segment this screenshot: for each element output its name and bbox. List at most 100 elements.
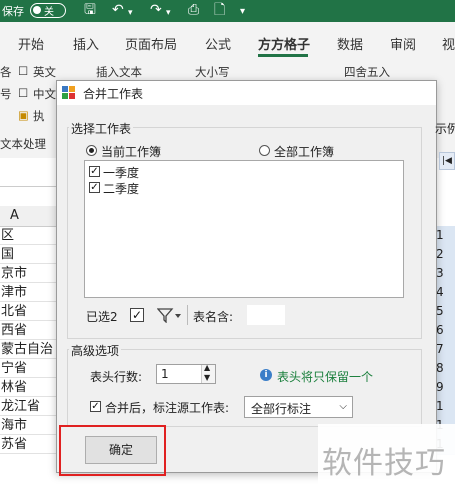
preview-row-number: 8 bbox=[436, 359, 455, 379]
column-a-cells: 区国京市 津市 北省 西省 蒙古自治 宁省 林省 龙江省 海市 苏省 bbox=[0, 226, 60, 456]
ribbon-icon-b: 号 bbox=[0, 87, 12, 101]
tab-data[interactable]: 数据 bbox=[337, 34, 363, 53]
preview-row-number: 1 bbox=[436, 226, 455, 246]
sheet-cell[interactable]: 津市 bbox=[0, 283, 60, 302]
preview-row-number: 6 bbox=[436, 321, 455, 341]
filter-icon[interactable] bbox=[157, 307, 181, 323]
tab-review[interactable]: 审阅 bbox=[390, 34, 416, 53]
preview-row-number: 9 bbox=[436, 378, 455, 398]
separator bbox=[187, 305, 188, 325]
info-icon: i bbox=[260, 369, 272, 381]
tab-page-layout[interactable]: 页面布局 bbox=[125, 34, 177, 53]
sheet-cell[interactable]: 龙江省 bbox=[0, 397, 60, 416]
undo-icon[interactable]: ↶ bbox=[112, 2, 124, 18]
selected-count: 已选2 bbox=[86, 310, 118, 324]
select-all-checkbox[interactable]: ✓ bbox=[130, 308, 144, 322]
column-header-a[interactable]: A bbox=[0, 206, 60, 227]
execute-icon[interactable]: ▣ bbox=[18, 108, 29, 122]
mark-source-label[interactable]: 合并后，标注源工作表: bbox=[105, 399, 229, 416]
radio-all-workbooks[interactable] bbox=[259, 145, 270, 156]
mark-source-value[interactable]: 全部行标注 bbox=[251, 400, 311, 417]
chevron-down-icon[interactable]: ⌵ bbox=[339, 401, 347, 412]
tab-view[interactable]: 视 bbox=[442, 34, 455, 53]
print-preview-icon[interactable]: ⎙ bbox=[188, 2, 199, 18]
sheet-cell[interactable]: 区 bbox=[0, 226, 60, 245]
watermark-text: 软件技巧 bbox=[322, 446, 446, 481]
preview-row-numbers: 123456789111 bbox=[436, 200, 455, 455]
ribbon-icon-a: 各 bbox=[0, 65, 12, 79]
ribbon-round[interactable]: 四舍五入 bbox=[344, 64, 390, 80]
table-name-input[interactable] bbox=[247, 305, 285, 325]
undo-dropdown-icon[interactable]: ▾ bbox=[128, 5, 133, 21]
preview-row-number: 4 bbox=[436, 283, 455, 303]
sheet-cell[interactable]: 西省 bbox=[0, 321, 60, 340]
sheet-cell[interactable]: 蒙古自治 bbox=[0, 340, 60, 359]
toggle-knob bbox=[33, 6, 41, 14]
autosave-toggle[interactable]: 关 bbox=[30, 3, 66, 18]
sheet-list[interactable]: ✓ 一季度 ✓ 二季度 bbox=[84, 160, 404, 298]
ribbon-chinese[interactable]: 中文 bbox=[33, 86, 56, 102]
column-a-label: A bbox=[10, 208, 19, 223]
tab-insert[interactable]: 插入 bbox=[73, 34, 99, 53]
preview-label: 示例 bbox=[435, 122, 455, 136]
sheet-cell[interactable]: 国 bbox=[0, 245, 60, 264]
spin-down-icon[interactable]: ▼ bbox=[204, 373, 210, 382]
sheet-checkbox-q2[interactable]: ✓ bbox=[89, 182, 100, 193]
radio-current-workbook[interactable] bbox=[86, 145, 97, 156]
mark-source-checkbox[interactable]: ✓ bbox=[90, 401, 101, 412]
header-rows-spinner[interactable]: 1 ▲ ▼ bbox=[156, 363, 216, 384]
spin-up-icon[interactable]: ▲ bbox=[204, 363, 210, 372]
ribbon-text-processing: 文本处理 bbox=[0, 137, 46, 151]
checkbox-chinese[interactable]: ☐ bbox=[18, 86, 28, 100]
sheet-cell[interactable]: 海市 bbox=[0, 416, 60, 435]
sheet-item-q1[interactable]: 一季度 bbox=[103, 164, 139, 181]
preview-row-number: 5 bbox=[436, 302, 455, 322]
header-rows-value[interactable]: 1 bbox=[161, 367, 169, 381]
dialog-title: 合并工作表 bbox=[83, 87, 144, 101]
advanced-group-title: 高级选项 bbox=[69, 342, 122, 359]
dialog-title-bar: 合并工作表 bbox=[57, 81, 436, 105]
watermark: 软件技巧 bbox=[318, 424, 455, 494]
spinner-buttons[interactable]: ▲ ▼ bbox=[201, 363, 215, 383]
header-rows-label: 表头行数: bbox=[90, 370, 143, 384]
checkbox-english[interactable]: ☐ bbox=[18, 64, 28, 78]
customize-toolbar-icon[interactable]: ▾ bbox=[240, 4, 245, 20]
name-box[interactable] bbox=[0, 158, 60, 187]
ribbon-tabs: 开始 插入 页面布局 公式 方方格子 数据 审阅 视 bbox=[0, 22, 455, 59]
table-name-label: 表名含: bbox=[193, 310, 234, 324]
merge-app-icon bbox=[62, 86, 75, 99]
sheet-cell[interactable]: 林省 bbox=[0, 378, 60, 397]
save-icon[interactable]: 🖫 bbox=[84, 2, 96, 18]
sheet-checkbox-q1[interactable]: ✓ bbox=[89, 166, 100, 177]
ribbon-insert-text[interactable]: 插入文本 bbox=[96, 64, 142, 80]
sheet-item-q2[interactable]: 二季度 bbox=[103, 180, 139, 197]
ribbon-case[interactable]: 大小写 bbox=[195, 64, 230, 80]
preview-row-number: 7 bbox=[436, 340, 455, 360]
preview-first-icon[interactable]: |◀ bbox=[439, 152, 455, 170]
sheet-cell[interactable]: 宁省 bbox=[0, 359, 60, 378]
preview-row-number: 2 bbox=[436, 245, 455, 265]
radio-all-label[interactable]: 全部工作簿 bbox=[274, 143, 334, 160]
toggle-label: 关 bbox=[44, 7, 54, 18]
highlight-box bbox=[59, 425, 166, 476]
tab-formulas[interactable]: 公式 bbox=[205, 34, 231, 53]
redo-icon[interactable]: ↷ bbox=[150, 2, 162, 18]
new-file-icon[interactable]: 🗋 bbox=[214, 2, 225, 18]
tab-fangfang[interactable]: 方方格子 bbox=[258, 34, 310, 53]
ribbon-english[interactable]: 英文 bbox=[33, 64, 56, 80]
preview-row-number: 3 bbox=[436, 264, 455, 284]
autosave-label: 保存 bbox=[2, 5, 24, 18]
sheet-cell[interactable]: 京市 bbox=[0, 264, 60, 283]
sheet-cell[interactable]: 苏省 bbox=[0, 435, 60, 454]
sheet-cell[interactable]: 北省 bbox=[0, 302, 60, 321]
mark-source-select[interactable]: 全部行标注 ⌵ bbox=[244, 396, 353, 418]
active-tab-underline bbox=[258, 54, 308, 57]
merge-sheets-dialog: 合并工作表 选择工作表 示例 当前工作簿 全部工作簿 ✓ 一季度 ✓ 二季度 已… bbox=[56, 80, 455, 473]
info-text: 表头将只保留一个 bbox=[277, 370, 374, 384]
tab-home[interactable]: 开始 bbox=[18, 34, 44, 53]
ribbon-execute[interactable]: 执 bbox=[33, 108, 45, 124]
redo-dropdown-icon[interactable]: ▾ bbox=[166, 5, 171, 21]
preview-row-number: 1 bbox=[436, 397, 455, 417]
select-sheets-group-title: 选择工作表 bbox=[69, 120, 134, 137]
radio-current-label[interactable]: 当前工作簿 bbox=[101, 143, 161, 160]
